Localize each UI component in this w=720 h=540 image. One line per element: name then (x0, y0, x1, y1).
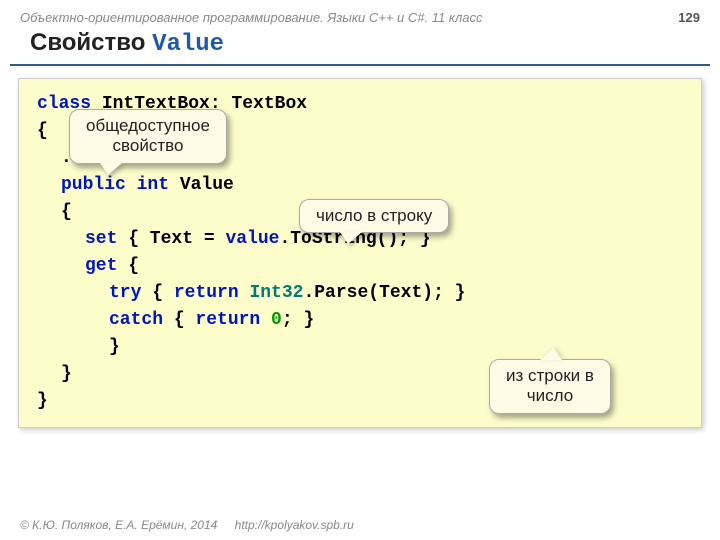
page-number: 129 (678, 10, 700, 25)
code-line: try { return Int32.Parse(Text); } (37, 280, 683, 307)
code-line: catch { return 0; } (37, 307, 683, 334)
callout-string-to-number: из строки в число (489, 359, 611, 414)
copyright: © К.Ю. Поляков, Е.А. Ерёмин, 2014 (20, 518, 217, 532)
slide-title: Свойство Value (10, 29, 710, 66)
slide-footer: © К.Ю. Поляков, Е.А. Ерёмин, 2014 http:/… (20, 518, 354, 532)
slide-header: Объектно-ориентированное программировани… (0, 0, 720, 29)
title-word-2: Value (152, 31, 224, 58)
callout-public-property: общедоступное свойство (69, 109, 227, 164)
code-block: class IntTextBox: TextBox { ... public i… (18, 78, 702, 428)
code-line: public int Value (37, 172, 683, 199)
code-line: } (37, 334, 683, 361)
course-title: Объектно-ориентированное программировани… (20, 10, 483, 25)
code-line: get { (37, 253, 683, 280)
title-word-1: Свойство (30, 29, 145, 56)
footer-url: http://kpolyakov.spb.ru (235, 518, 354, 532)
callout-number-to-string: число в строку (299, 199, 449, 233)
